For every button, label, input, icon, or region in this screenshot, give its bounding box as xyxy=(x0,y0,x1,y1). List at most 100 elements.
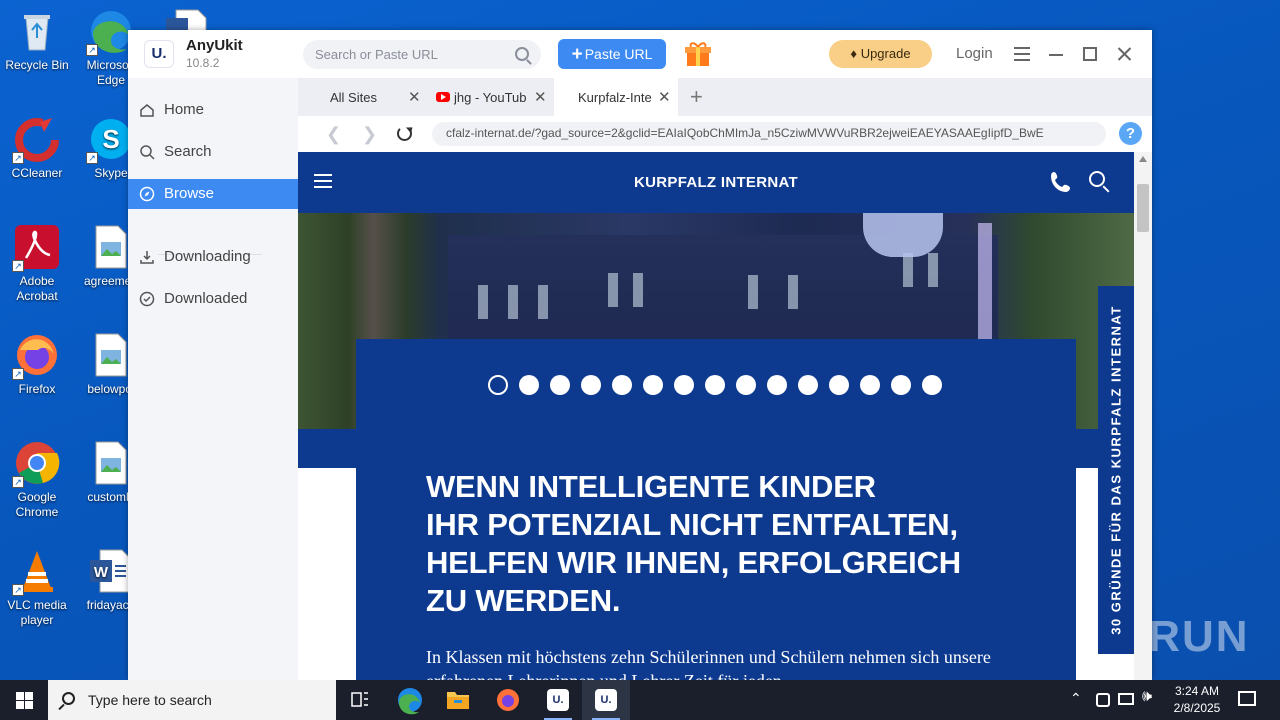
desktop-icon-recycle-bin[interactable]: Recycle Bin xyxy=(0,8,74,73)
upgrade-button[interactable]: ♦ Upgrade xyxy=(829,40,932,68)
search-icon[interactable] xyxy=(515,47,529,61)
page-scrollbar[interactable] xyxy=(1134,152,1152,680)
headline-line: ZU WERDEN. xyxy=(426,583,621,618)
taskbar-firefox[interactable] xyxy=(484,680,532,720)
search-icon xyxy=(140,145,155,160)
tab-youtube[interactable]: jhg - YouTub ✕ xyxy=(430,78,552,116)
app-name: AnyUkit xyxy=(186,37,243,54)
sidebar-item-browse[interactable]: Browse xyxy=(128,179,298,209)
slider-dot[interactable] xyxy=(767,375,787,395)
slider-dot[interactable] xyxy=(674,375,694,395)
sidebar-item-search[interactable]: Search xyxy=(128,137,298,167)
anyukit-icon: U. xyxy=(595,689,617,711)
hero-headline: WENN INTELLIGENTE KINDER IHR POTENZIAL N… xyxy=(426,468,1026,620)
tab-bar: All Sites ✕ jhg - YouTub ✕ Kurpfalz-Inte… xyxy=(298,78,1152,116)
slider-dot[interactable] xyxy=(798,375,818,395)
app-version: 10.8.2 xyxy=(186,56,220,70)
clock-date[interactable]: 2/8/2025 xyxy=(1167,701,1227,715)
minimize-icon[interactable] xyxy=(1044,42,1068,66)
compass-icon xyxy=(139,186,155,202)
search-icon xyxy=(62,692,75,705)
reload-icon[interactable] xyxy=(397,126,412,141)
headline-line: WENN INTELLIGENTE KINDER xyxy=(426,469,876,504)
scroll-up-arrow-icon[interactable] xyxy=(1139,156,1147,162)
taskbar-search-placeholder: Type here to search xyxy=(88,692,212,708)
close-tab-icon[interactable]: ✕ xyxy=(534,88,547,106)
sidebar-item-label: Search xyxy=(164,143,212,160)
slider-dot[interactable] xyxy=(705,375,725,395)
paste-url-button[interactable]: + Paste URL xyxy=(558,39,666,69)
sidebar: Home Search Browse Downloading Downloade… xyxy=(128,78,298,680)
desktop-icon-ccleaner[interactable]: ↗ CCleaner xyxy=(0,116,74,181)
side-badge-30-reasons[interactable]: 30 GRÜNDE FÜR DAS KURPFALZ INTERNAT xyxy=(1098,286,1134,654)
sidebar-item-downloading[interactable]: Downloading xyxy=(128,242,298,272)
desktop-icon-vlc[interactable]: ↗ VLC media player xyxy=(0,548,74,628)
tab-all-sites[interactable]: All Sites ✕ xyxy=(298,78,428,116)
taskbar-edge[interactable] xyxy=(386,680,434,720)
headline-line: IHR POTENZIAL NICHT ENTFALTEN, xyxy=(426,507,958,542)
svg-text:W: W xyxy=(94,564,109,581)
network-icon[interactable] xyxy=(1118,693,1134,705)
taskbar-anyukit-2[interactable]: U. xyxy=(582,680,630,720)
task-view-button[interactable] xyxy=(336,680,384,720)
taskbar-file-explorer[interactable] xyxy=(434,680,482,720)
desktop-icon-label: CCleaner xyxy=(11,166,63,180)
plus-icon: + xyxy=(571,44,583,65)
close-tab-icon[interactable]: ✕ xyxy=(658,88,671,106)
forward-icon[interactable]: ❯ xyxy=(362,124,377,145)
chrome-icon: ↗ xyxy=(12,440,60,488)
title-bar: U. AnyUkit 10.8.2 +Paste URL ♦ Upgrade L… xyxy=(128,30,1152,78)
slider-dot[interactable] xyxy=(860,375,880,395)
close-tab-icon[interactable]: ✕ xyxy=(408,88,421,106)
menu-icon[interactable] xyxy=(1010,42,1034,66)
site-search-icon[interactable] xyxy=(1089,171,1105,187)
slider-dot[interactable] xyxy=(736,375,756,395)
gift-icon[interactable] xyxy=(684,40,712,68)
new-tab-button[interactable]: + xyxy=(690,84,703,110)
site-title[interactable]: KURPFALZ INTERNAT xyxy=(298,174,1134,191)
slider-dot[interactable] xyxy=(922,375,942,395)
slider-dot[interactable] xyxy=(643,375,663,395)
scroll-thumb[interactable] xyxy=(1137,184,1149,232)
slider-dot[interactable] xyxy=(891,375,911,395)
desktop-icon-adobe-acrobat[interactable]: ↗ Adobe Acrobat xyxy=(0,224,74,304)
desktop-icon-label: Google Chrome xyxy=(15,490,59,519)
slider-dot[interactable] xyxy=(550,375,570,395)
slider-dot[interactable] xyxy=(612,375,632,395)
slider-dot[interactable] xyxy=(581,375,601,395)
desktop-icon-label: Adobe Acrobat xyxy=(16,274,58,303)
tray-chevron-icon[interactable]: ⌃ xyxy=(1070,690,1082,707)
slider-dot[interactable] xyxy=(519,375,539,395)
slider-dot[interactable] xyxy=(488,375,508,395)
close-icon[interactable] xyxy=(1112,42,1136,66)
taskbar: Type here to search U. U. ⌃ 🕪 3:24 AM 2/… xyxy=(0,680,1280,720)
sidebar-item-label: Downloaded xyxy=(164,290,248,307)
desktop-icon-google-chrome[interactable]: ↗ Google Chrome xyxy=(0,440,74,520)
back-icon[interactable]: ❮ xyxy=(326,124,341,145)
taskbar-search[interactable]: Type here to search xyxy=(48,680,336,720)
help-icon[interactable]: ? xyxy=(1119,122,1142,145)
tab-kurpfalz[interactable]: Kurpfalz-Inte ✕ xyxy=(554,78,678,116)
url-search-input[interactable] xyxy=(315,45,505,64)
phone-icon[interactable] xyxy=(1048,169,1074,195)
clock-time[interactable]: 3:24 AM xyxy=(1172,684,1222,698)
youtube-icon xyxy=(436,92,450,102)
recycle-bin-icon xyxy=(14,8,60,54)
desktop-icon-firefox[interactable]: ↗ Firefox xyxy=(0,332,74,397)
firefox-icon xyxy=(497,689,519,711)
sidebar-item-downloaded[interactable]: Downloaded xyxy=(128,284,298,314)
start-button[interactable] xyxy=(0,680,48,720)
volume-icon[interactable]: 🕪 xyxy=(1142,688,1152,706)
sidebar-item-home[interactable]: Home xyxy=(128,95,298,125)
side-badge-text: 30 GRÜNDE FÜR DAS KURPFALZ INTERNAT xyxy=(1108,305,1124,635)
network-drive-icon[interactable] xyxy=(1096,693,1110,707)
notification-icon[interactable] xyxy=(1238,691,1256,706)
intro-paragraph: In Klassen mit höchstens zehn Schülerinn… xyxy=(426,647,991,680)
maximize-icon[interactable] xyxy=(1078,42,1102,66)
anyukit-window: U. AnyUkit 10.8.2 +Paste URL ♦ Upgrade L… xyxy=(128,30,1152,680)
svg-text:S: S xyxy=(102,124,119,154)
taskbar-anyukit-1[interactable]: U. xyxy=(534,680,582,720)
slider-dot[interactable] xyxy=(829,375,849,395)
address-input[interactable] xyxy=(446,126,1096,140)
login-link[interactable]: Login xyxy=(956,45,993,62)
